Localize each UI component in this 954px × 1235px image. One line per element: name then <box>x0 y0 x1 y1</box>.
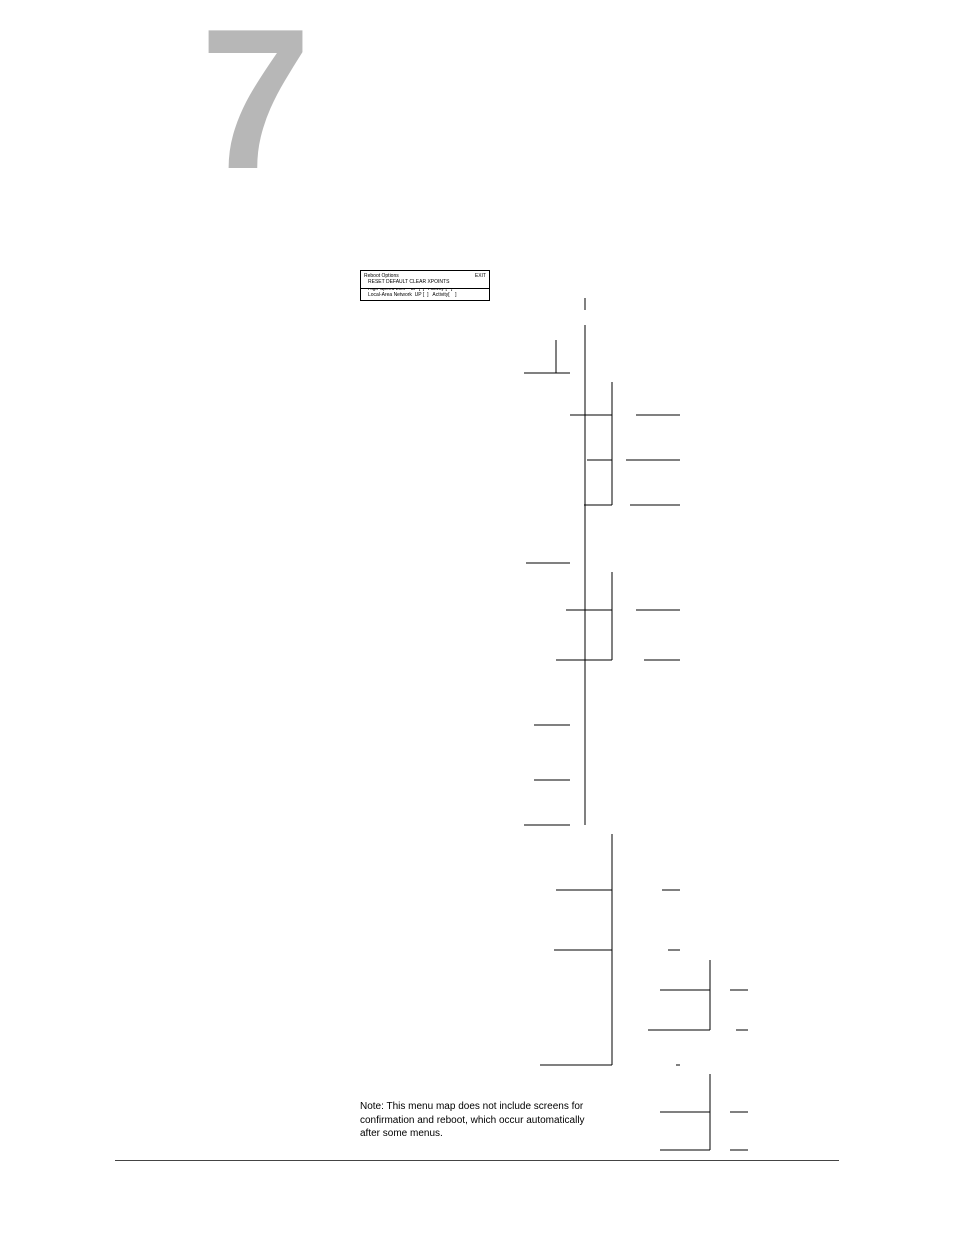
page-footer-rule <box>115 1160 839 1161</box>
exit: EXIT <box>475 273 486 279</box>
connector-lines <box>360 270 850 1170</box>
body: RESET DEFAULT CLEAR XPOINTS <box>364 279 486 285</box>
note-text: Note: This menu map does not include scr… <box>360 1100 585 1141</box>
chapter-number: 7 <box>200 20 299 180</box>
box-reboot-options: Reboot OptionsEXIT RESET DEFAULT CLEAR X… <box>360 270 490 289</box>
